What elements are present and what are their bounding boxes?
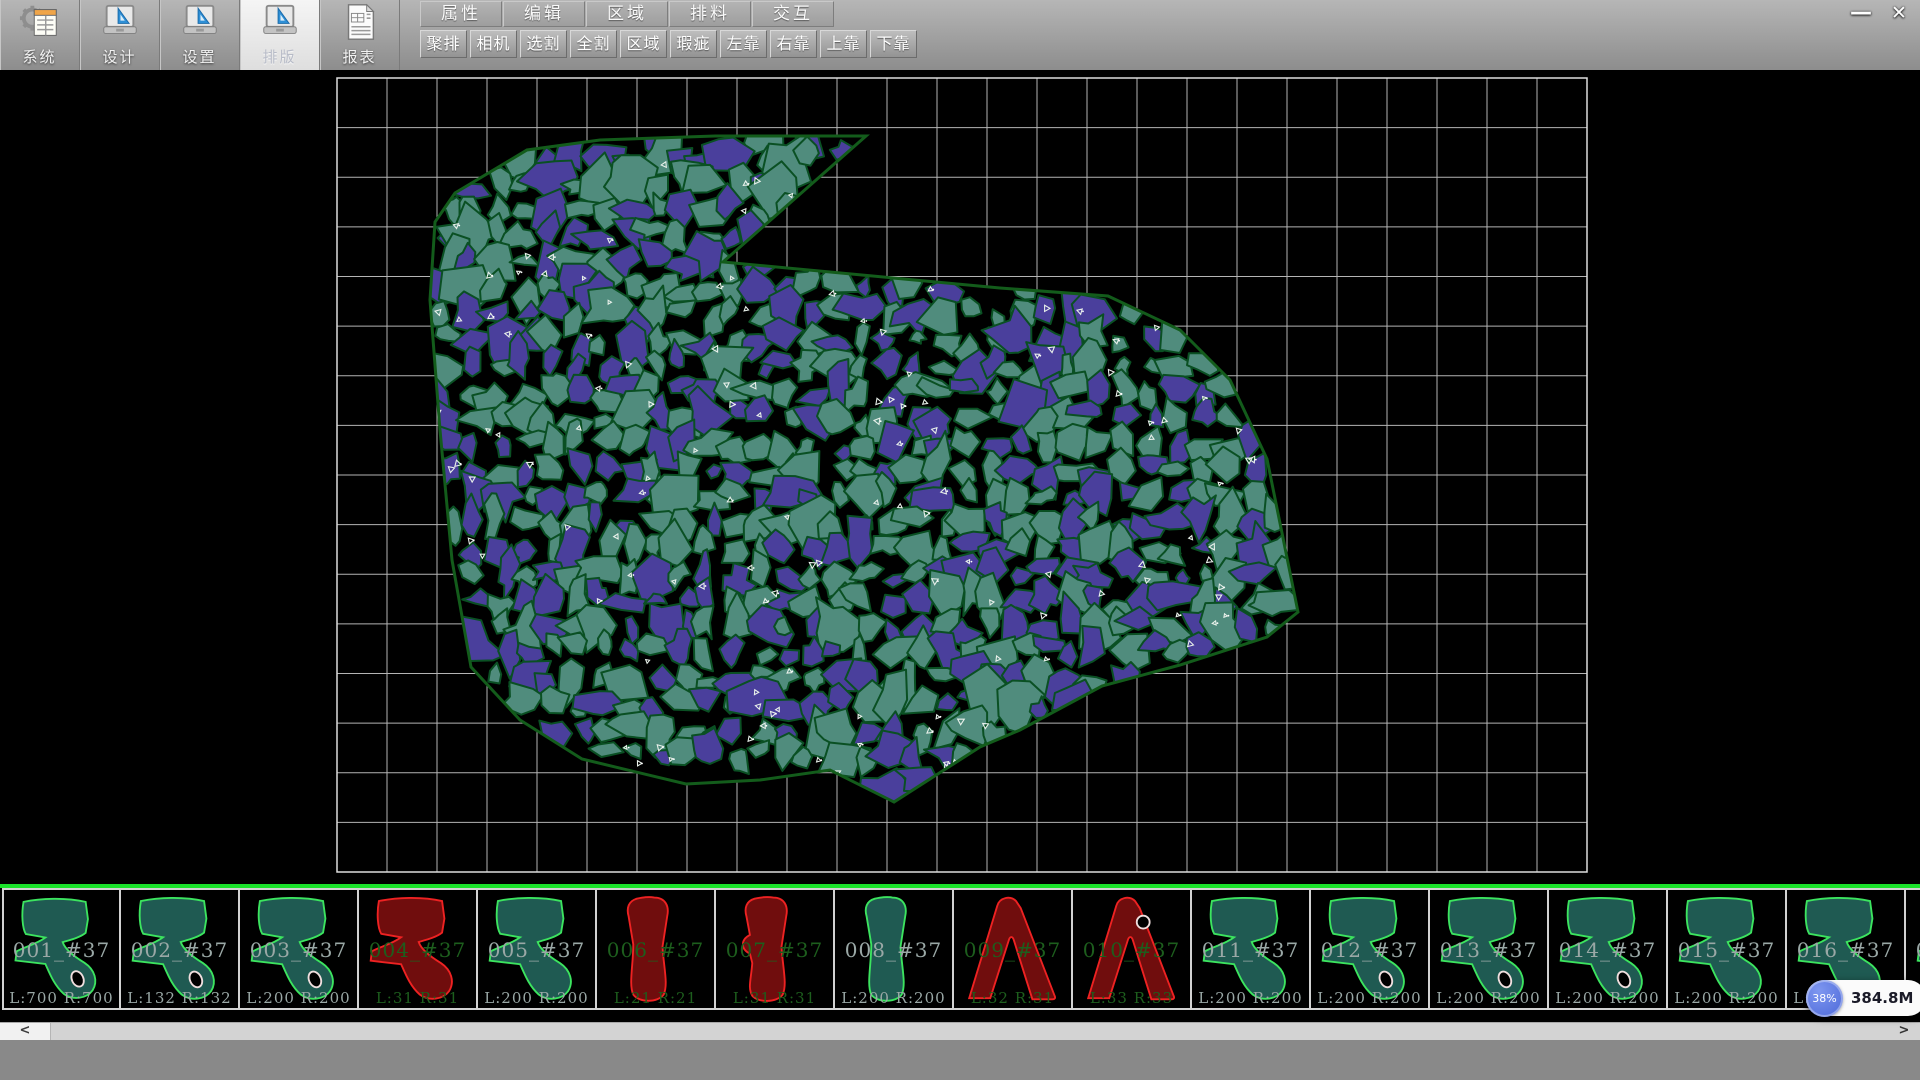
piece-name: 011_#37: [1192, 938, 1309, 962]
nav-tab-排版[interactable]: 排版: [240, 0, 320, 70]
menu-tab-属性[interactable]: 属性: [420, 1, 502, 27]
tool-button-下靠[interactable]: 下靠: [870, 30, 917, 58]
piece-name: 004_#37: [359, 938, 476, 962]
nav-tab-label: 报表: [342, 46, 376, 67]
piece-lr-count: L:200 R:200: [240, 989, 357, 1007]
window-controls: — ✕: [1848, 2, 1912, 24]
thumbnail-cell-013_#37[interactable]: 013_#37 L:200 R:200: [1430, 888, 1549, 1010]
nesting-canvas[interactable]: [0, 70, 1920, 884]
menu-block: 属性编辑区域排料交互 聚排相机选割全割区域瑕疵左靠右靠上靠下靠: [420, 0, 920, 59]
thumbnail-cell-003_#37[interactable]: 003_#37 L:200 R:200: [240, 888, 359, 1010]
piece-name: 014_#37: [1549, 938, 1666, 962]
progress-percent-badge: 38%: [1806, 980, 1843, 1017]
layout-icon: [259, 2, 301, 46]
settings-icon: [179, 2, 221, 46]
piece-lr-count: L:200 R:200: [1430, 989, 1547, 1007]
tool-button-瑕疵[interactable]: 瑕疵: [670, 30, 717, 58]
scroll-right-button[interactable]: >: [1890, 1023, 1918, 1040]
nav-tab-报表[interactable]: 报表: [320, 0, 400, 70]
application-window: 系统设计设置排版报表 属性编辑区域排料交互 聚排相机选割全割区域瑕疵左靠右靠上靠…: [0, 0, 1920, 1080]
nav-tab-label: 排版: [262, 46, 296, 67]
thumbnail-cell-006_#37[interactable]: 006_#37 L:21 R:21: [597, 888, 716, 1010]
piece-lr-count: L:33 R:33: [1073, 989, 1190, 1007]
menu-tab-区域[interactable]: 区域: [586, 1, 668, 27]
piece-lr-count: L:200 R:200: [1549, 989, 1666, 1007]
piece-name: 017_#37: [1906, 938, 1920, 962]
status-bar: [0, 1040, 1920, 1080]
thumbnail-cell-009_#37[interactable]: 009_#37 L:32 R:31: [954, 888, 1073, 1010]
piece-name: 007_#37: [716, 938, 833, 962]
piece-lr-count: L:31 R:31: [359, 989, 476, 1007]
tool-button-row: 聚排相机选割全割区域瑕疵左靠右靠上靠下靠: [420, 30, 920, 59]
design-icon: [99, 2, 141, 46]
canvas-svg: [0, 70, 1920, 884]
piece-name: 001_#37: [4, 938, 119, 962]
nav-tab-label: 设计: [102, 46, 136, 67]
thumbnail-cell-005_#37[interactable]: 005_#37 L:200 R:200: [478, 888, 597, 1010]
nav-tab-设置[interactable]: 设置: [160, 0, 240, 70]
tool-button-聚排[interactable]: 聚排: [420, 30, 467, 58]
menu-tab-排料[interactable]: 排料: [669, 1, 751, 27]
thumbnail-cell-012_#37[interactable]: 012_#37 L:200 R:200: [1311, 888, 1430, 1010]
piece-name: 003_#37: [240, 938, 357, 962]
horizontal-scrollbar[interactable]: < >: [0, 1022, 1920, 1040]
tool-button-相机[interactable]: 相机: [470, 30, 517, 58]
piece-lr-count: L:200 R:200: [478, 989, 595, 1007]
thumbnail-cell-014_#37[interactable]: 014_#37 L:200 R:200: [1549, 888, 1668, 1010]
system-icon: [19, 2, 61, 46]
piece-name: 013_#37: [1430, 938, 1547, 962]
piece-lr-count: L:132 R:132: [121, 989, 238, 1007]
menu-tab-交互[interactable]: 交互: [752, 1, 834, 27]
piece-name: 012_#37: [1311, 938, 1428, 962]
thumbnail-cell-015_#37[interactable]: 015_#37 L:200 R:200: [1668, 888, 1787, 1010]
piece-name: 009_#37: [954, 938, 1071, 962]
main-nav-tabs: 系统 设计 设置 排版 报表: [0, 0, 400, 70]
thumbnail-cell-010_#37[interactable]: 010_#37 L:33 R:33: [1073, 888, 1192, 1010]
nav-tab-label: 系统: [22, 46, 56, 67]
menu-tab-编辑[interactable]: 编辑: [503, 1, 585, 27]
window-minimize-button[interactable]: —: [1848, 2, 1874, 24]
piece-lr-count: L:21 R:21: [597, 989, 714, 1007]
piece-lr-count: L:200 R:200: [1668, 989, 1785, 1007]
tool-button-上靠[interactable]: 上靠: [820, 30, 867, 58]
thumbnail-cell-008_#37[interactable]: 008_#37 L:200 R:200: [835, 888, 954, 1010]
nav-tab-系统[interactable]: 系统: [0, 0, 80, 70]
piece-lr-count: L:200 R:200: [1311, 989, 1428, 1007]
thumbnail-strip: 001_#37L:700 R:700002_#37L:132 R:132003_…: [0, 884, 1920, 1022]
piece-name: 010_#37: [1073, 938, 1190, 962]
tool-button-选割[interactable]: 选割: [520, 30, 567, 58]
toolbar: 系统设计设置排版报表 属性编辑区域排料交互 聚排相机选割全割区域瑕疵左靠右靠上靠…: [0, 0, 1920, 70]
piece-lr-count: L:200 R:200: [835, 989, 952, 1007]
nav-tab-设计[interactable]: 设计: [80, 0, 160, 70]
window-close-button[interactable]: ✕: [1886, 2, 1912, 24]
tool-button-右靠[interactable]: 右靠: [770, 30, 817, 58]
piece-name: 016_#37: [1787, 938, 1904, 962]
thumbnail-cell-011_#37[interactable]: 011_#37 L:200 R:200: [1192, 888, 1311, 1010]
piece-lr-count: L:31 R:31: [716, 989, 833, 1007]
piece-lr-count: L:200 R:200: [1192, 989, 1309, 1007]
memory-usage-badge: 38% 384.8M: [1806, 980, 1920, 1016]
report-icon: [339, 2, 381, 46]
piece-name: 006_#37: [597, 938, 714, 962]
thumbnail-cell-002_#37[interactable]: 002_#37 L:132 R:132: [121, 888, 240, 1010]
tool-button-左靠[interactable]: 左靠: [720, 30, 767, 58]
thumbnail-cell-004_#37[interactable]: 004_#37 L:31 R:31: [359, 888, 478, 1010]
piece-lr-count: L:32 R:31: [954, 989, 1071, 1007]
piece-name: 008_#37: [835, 938, 952, 962]
tool-button-全割[interactable]: 全割: [570, 30, 617, 58]
piece-name: 015_#37: [1668, 938, 1785, 962]
scroll-left-button[interactable]: <: [0, 1023, 51, 1040]
piece-name: 005_#37: [478, 938, 595, 962]
tool-button-区域[interactable]: 区域: [620, 30, 667, 58]
memory-value: 384.8M: [1851, 989, 1913, 1007]
thumbnail-cell-001_#37[interactable]: 001_#37 L:700 R:700: [2, 888, 121, 1010]
piece-name: 002_#37: [121, 938, 238, 962]
thumbnail-cell-007_#37[interactable]: 007_#37 L:31 R:31: [716, 888, 835, 1010]
menu-tab-row: 属性编辑区域排料交互: [420, 1, 920, 28]
piece-lr-count: L:700 R:700: [4, 989, 119, 1007]
nav-tab-label: 设置: [182, 46, 216, 67]
